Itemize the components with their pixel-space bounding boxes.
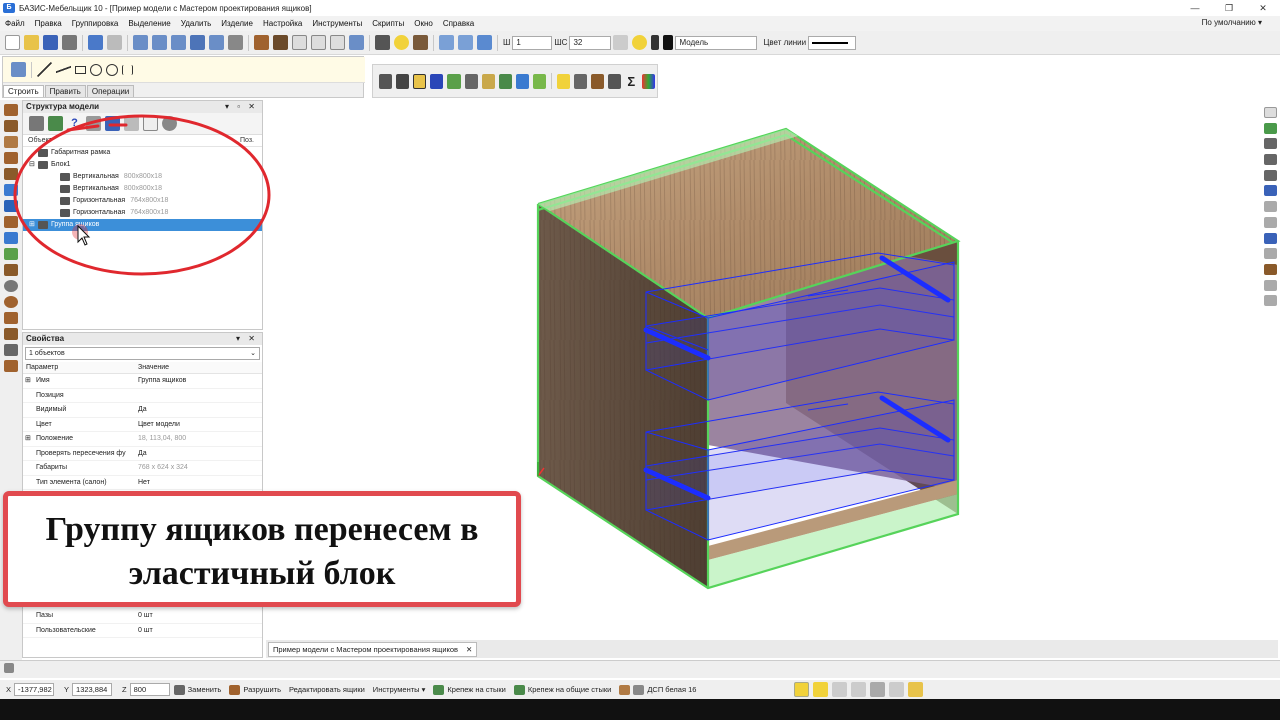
tools-menu-label: Инструменты ▾ [372,685,426,694]
status-tool-1-icon[interactable] [794,682,810,697]
status-bar: X -1377,982 Y 1323,884 Z 800 Заменить Ра… [0,680,1280,699]
annotation-stroke [66,124,100,132]
status-tool-4-icon[interactable] [851,682,867,697]
fastener-icon [433,684,445,695]
destroy-icon [229,684,241,695]
material-label: ДСП белая 16 [647,685,697,694]
fasteners-common-label: Крепеж на общие стыки [527,685,612,694]
x-coordinate-field[interactable]: -1377,982 [14,683,55,696]
z-coordinate-field[interactable]: 800 [129,683,170,696]
material-swatch-icon [619,684,631,695]
material-button[interactable]: ДСП белая 16 [619,684,697,695]
edit-drawers-button[interactable]: Редактировать ящики [289,685,365,694]
status-tools [792,682,925,697]
y-coordinate-field[interactable]: 1323,884 [72,683,113,696]
annotation-ellipse [13,114,271,276]
warning-icon[interactable] [4,663,14,673]
status-tool-3-icon[interactable] [832,682,848,697]
caption-line-1: Группу ящиков перенесем в [45,511,479,548]
status-tool-2-icon[interactable] [813,682,829,697]
edit-drawers-label: Редактировать ящики [289,685,365,694]
replace-button[interactable]: Заменить [173,684,222,695]
status-tool-5-icon[interactable] [870,682,886,697]
fasteners-joints-label: Крепеж на стыки [447,685,506,694]
fastener-common-icon [513,684,525,695]
y-label: Y [64,685,70,694]
destroy-label: Разрушить [243,685,281,694]
tools-menu-button[interactable]: Инструменты ▾ [373,685,426,694]
destroy-button[interactable]: Разрушить [229,684,281,695]
fasteners-common-button[interactable]: Крепеж на общие стыки [513,684,612,695]
tutorial-caption: Группу ящиков перенесем в эластичный бло… [3,491,521,607]
status-tool-7-icon[interactable] [908,682,924,697]
x-label: X [6,685,12,694]
status-bar-upper [0,660,1280,678]
material-list-icon [633,684,645,695]
replace-label: Заменить [187,685,222,694]
annotation-layer [13,114,271,276]
z-label: Z [122,685,127,694]
status-tool-6-icon[interactable] [889,682,905,697]
video-letterbox [0,699,1280,720]
fasteners-joints-button[interactable]: Крепеж на стыки [433,684,506,695]
caption-line-2: эластичный блок [128,555,396,592]
replace-icon [173,684,185,695]
